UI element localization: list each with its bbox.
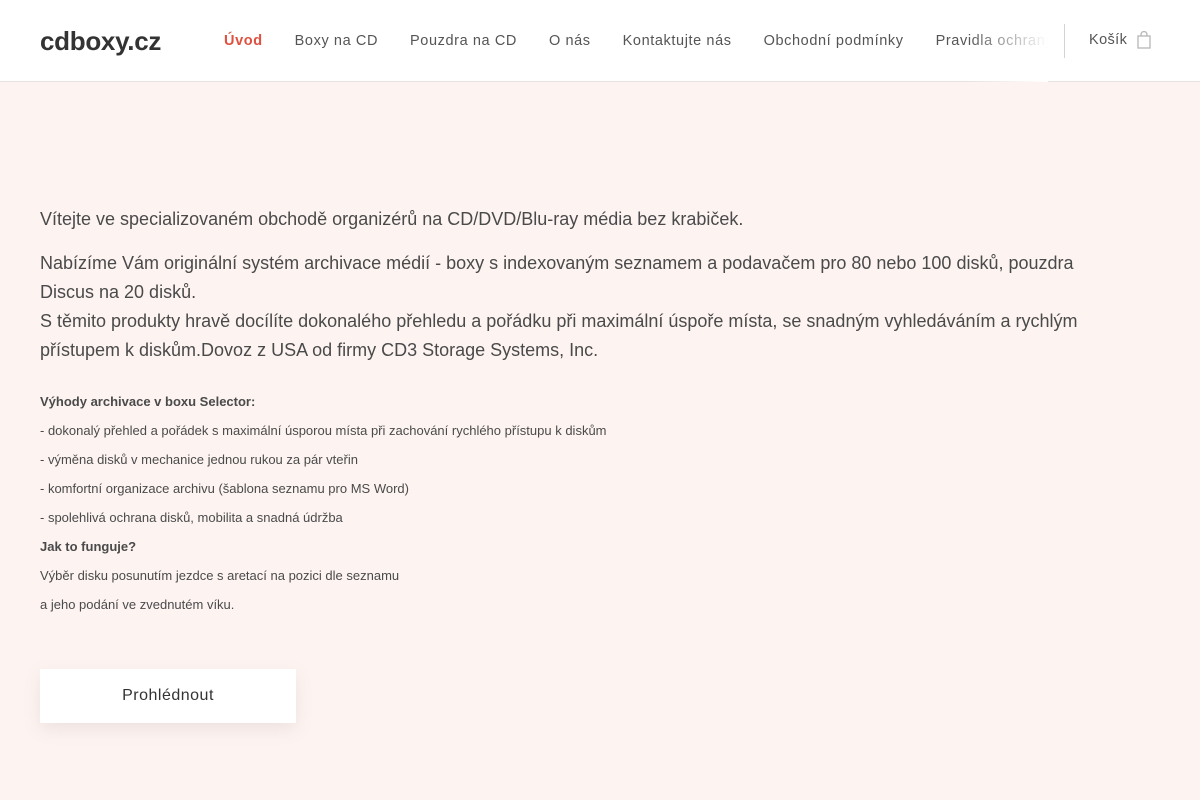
- advantages-title: Výhody archivace v boxu Selector:: [40, 394, 256, 409]
- description-paragraph: Nabízíme Vám originální systém archivace…: [40, 249, 1100, 365]
- site-logo[interactable]: cdboxy.cz: [40, 26, 161, 57]
- nav-item-pravidla-ochrany[interactable]: Pravidla ochrany: [920, 33, 1048, 49]
- how-it-works-line: a jeho podání ve zvednutém víku.: [40, 597, 235, 612]
- main-content: Vítejte ve specializovaném obchodě organ…: [40, 205, 1100, 619]
- nav-item-uvod[interactable]: Úvod: [208, 33, 279, 49]
- shopping-bag-icon: [1137, 30, 1151, 49]
- how-it-works-title: Jak to funguje?: [40, 539, 137, 554]
- nav-item-kontaktujte-nas[interactable]: Kontaktujte nás: [607, 33, 748, 49]
- cart-label: Košík: [1089, 32, 1128, 48]
- header-divider: [1064, 24, 1065, 58]
- nav-item-o-nas[interactable]: O nás: [533, 33, 607, 49]
- main-nav: Úvod Boxy na CD Pouzdra na CD O nás Kont…: [208, 0, 1048, 82]
- site-header: cdboxy.cz Úvod Boxy na CD Pouzdra na CD …: [0, 0, 1200, 82]
- nav-item-obchodni-podminky[interactable]: Obchodní podmínky: [748, 33, 920, 49]
- description-line-1: Nabízíme Vám originální systém archivace…: [40, 253, 1074, 302]
- advantage-item: - spolehlivá ochrana disků, mobilita a s…: [40, 510, 343, 525]
- nav-item-boxy-na-cd[interactable]: Boxy na CD: [279, 33, 394, 49]
- how-it-works-line: Výběr disku posunutím jezdce s aretací n…: [40, 568, 400, 583]
- nav-item-pouzdra-na-cd[interactable]: Pouzdra na CD: [394, 33, 533, 49]
- advantage-item: - výměna disků v mechanice jednou rukou …: [40, 452, 358, 467]
- advantage-item: - dokonalý přehled a pořádek s maximální…: [40, 423, 607, 438]
- intro-text: Vítejte ve specializovaném obchodě organ…: [40, 209, 744, 229]
- advantage-item: - komfortní organizace archivu (šablona …: [40, 481, 409, 496]
- description-line-2: S těmito produkty hravě docílíte dokonal…: [40, 311, 1078, 360]
- cart-button[interactable]: Košík: [1089, 30, 1151, 49]
- browse-button[interactable]: Prohlédnout: [40, 669, 296, 723]
